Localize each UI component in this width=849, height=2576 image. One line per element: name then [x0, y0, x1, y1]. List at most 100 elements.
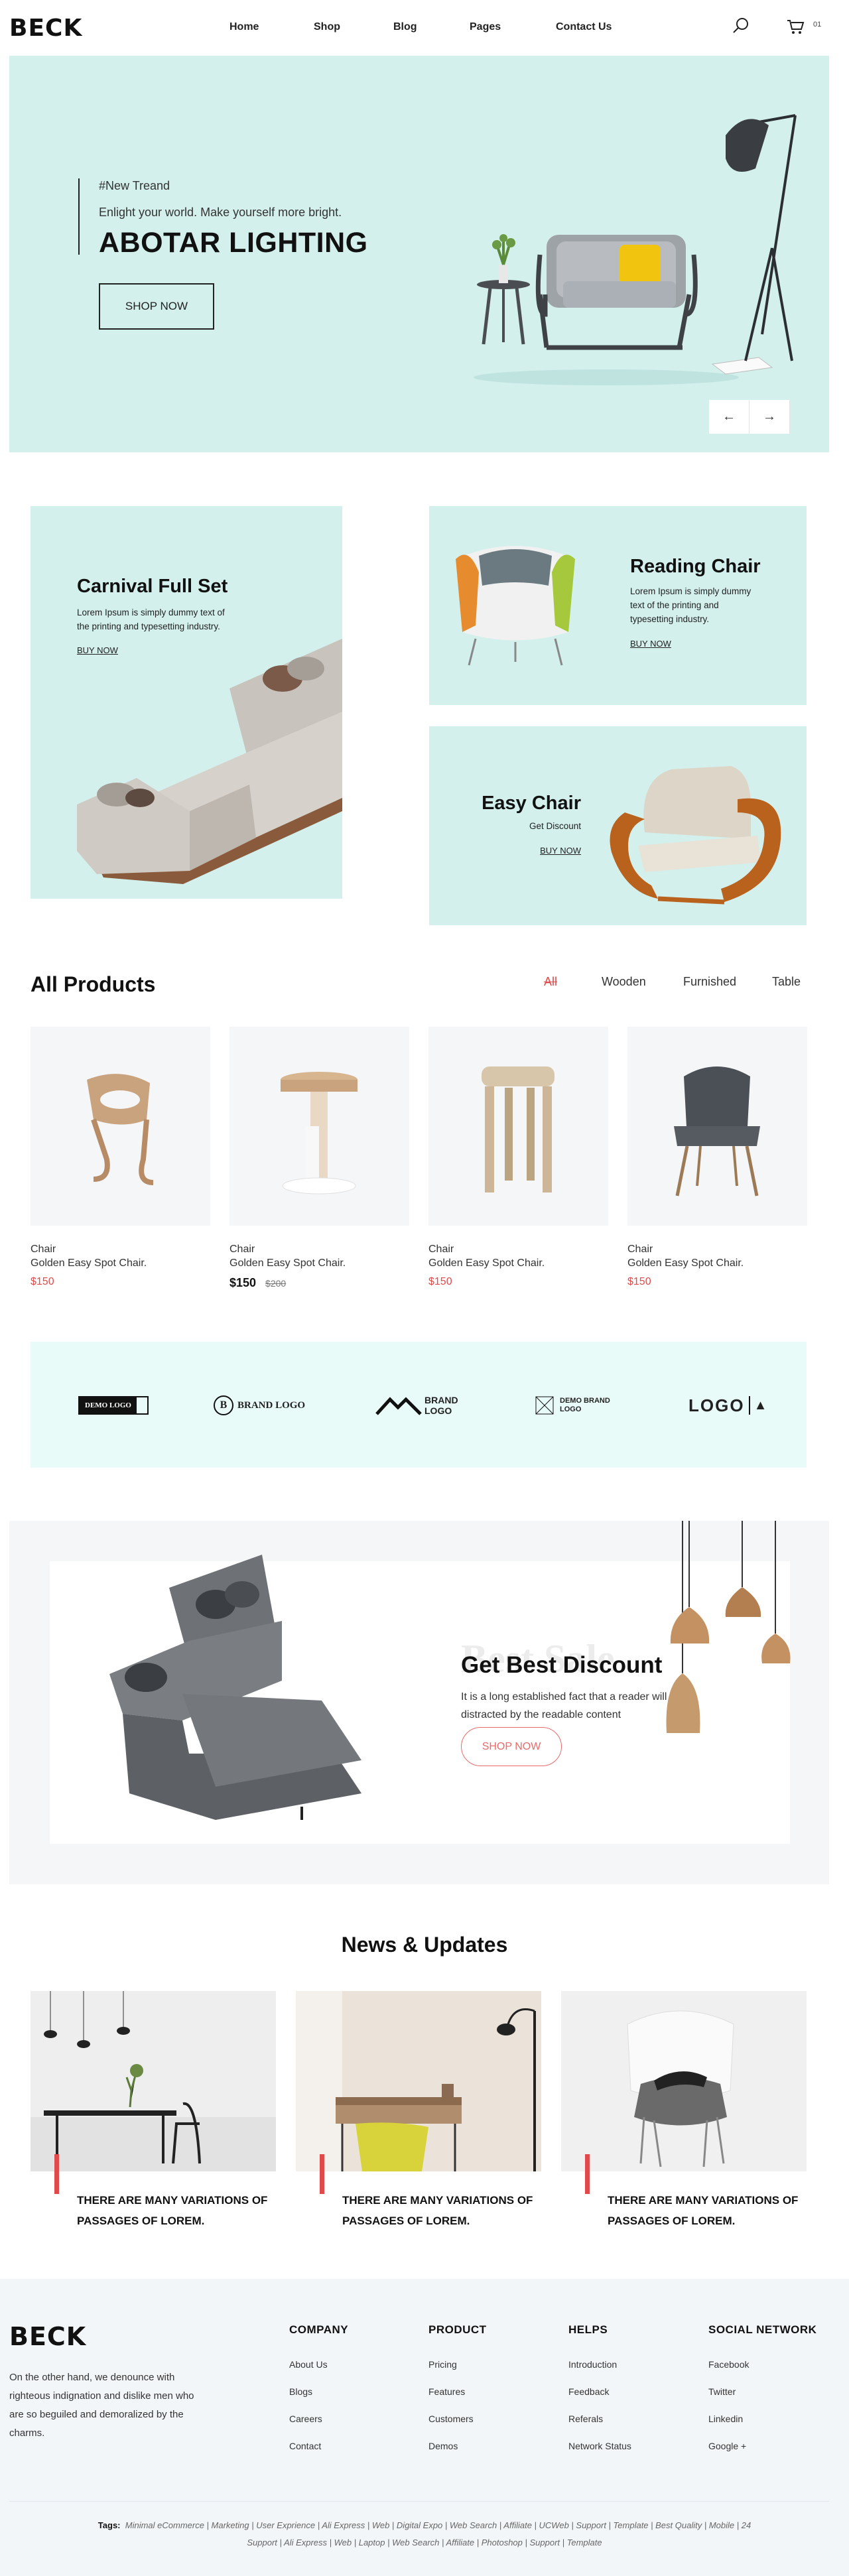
- grid-x-icon: [535, 1396, 554, 1415]
- filter-all[interactable]: All: [544, 975, 602, 989]
- product-card[interactable]: Chair Golden Easy Spot Chair. $150: [31, 1027, 210, 1288]
- reading-chair-image: [456, 546, 575, 666]
- easy-chair-image: [610, 766, 781, 905]
- brand-logo-text: DEMO BRAND LOGO: [560, 1397, 610, 1413]
- footer-column-title: COMPANY: [289, 2323, 349, 2336]
- product-image[interactable]: [428, 1027, 608, 1226]
- brand-logo[interactable]: DEMO BRAND LOGO: [535, 1388, 620, 1423]
- footer-column-company: COMPANY About Us Blogs Careers Contact: [289, 2323, 348, 2468]
- brand-logo[interactable]: DEMO LOGO ​: [78, 1388, 149, 1423]
- filter-table[interactable]: Table: [772, 975, 801, 989]
- news-card-title[interactable]: THERE ARE MANY VARIATIONS OF PASSAGES OF…: [608, 2190, 807, 2231]
- promo-easy-buy-link[interactable]: BUY NOW: [540, 846, 581, 856]
- pendant-lamps-image: [666, 1521, 791, 1733]
- footer-divider: [9, 2501, 829, 2502]
- site-footer: BECK On the other hand, we denounce with…: [0, 2279, 849, 2576]
- footer-link[interactable]: Pricing: [428, 2359, 487, 2386]
- product-image[interactable]: [31, 1027, 210, 1226]
- nav-blog[interactable]: Blog: [393, 21, 470, 33]
- news-image[interactable]: [561, 1991, 807, 2171]
- brand-logo-text: BRAND LOGO: [237, 1399, 306, 1411]
- news-card-title[interactable]: THERE ARE MANY VARIATIONS OF PASSAGES OF…: [77, 2190, 276, 2231]
- arrow-left-icon[interactable]: ←: [709, 400, 750, 434]
- news-image[interactable]: [296, 1991, 541, 2171]
- product-card[interactable]: Chair Golden Easy Spot Chair. $150 $200: [229, 1027, 409, 1290]
- product-name[interactable]: Golden Easy Spot Chair.: [229, 1257, 409, 1269]
- news-card-title[interactable]: THERE ARE MANY VARIATIONS OF PASSAGES OF…: [342, 2190, 541, 2231]
- sale-section: Best Sale Get Best Discount It is a long…: [9, 1521, 829, 1884]
- promo-easy-title: Easy Chair: [482, 793, 581, 814]
- brand-logo[interactable]: BRAND LOGO: [375, 1388, 464, 1423]
- arrow-right-icon[interactable]: →: [750, 400, 790, 434]
- footer-link[interactable]: Careers: [289, 2414, 348, 2441]
- promo-carnival: Carnival Full Set Lorem Ipsum is simply …: [31, 506, 342, 899]
- hero-accent-bar: [78, 178, 80, 255]
- cart-icon[interactable]: [785, 16, 805, 36]
- footer-link[interactable]: Network Status: [568, 2441, 631, 2468]
- news-accent-bar: [54, 2154, 59, 2194]
- brand-logo[interactable]: LOGO ▲: [688, 1388, 767, 1423]
- brand-logo-text: LOGO: [688, 1395, 745, 1415]
- product-image[interactable]: [229, 1027, 409, 1226]
- news-card[interactable]: THERE ARE MANY VARIATIONS OF PASSAGES OF…: [561, 1991, 807, 2227]
- product-card[interactable]: Chair Golden Easy Spot Chair. $150: [627, 1027, 807, 1288]
- news-image[interactable]: [31, 1991, 276, 2171]
- mountain-icon: [375, 1397, 422, 1415]
- footer-link[interactable]: Linkedin: [708, 2414, 816, 2441]
- footer-link[interactable]: Blogs: [289, 2386, 348, 2414]
- divider: [748, 1396, 750, 1415]
- footer-logo[interactable]: BECK: [9, 2322, 86, 2351]
- footer-link[interactable]: Demos: [428, 2441, 487, 2468]
- product-category: Chair: [229, 1244, 255, 1255]
- filter-wooden[interactable]: Wooden: [602, 975, 683, 989]
- footer-link[interactable]: Google +: [708, 2441, 816, 2468]
- sale-shop-now-button[interactable]: SHOP NOW: [461, 1727, 562, 1766]
- product-price: $150: [428, 1276, 452, 1287]
- footer-link[interactable]: Customers: [428, 2414, 487, 2441]
- footer-link[interactable]: Features: [428, 2386, 487, 2414]
- hero-tag: #New Treand: [99, 179, 170, 192]
- news-accent-bar: [585, 2154, 590, 2194]
- brand-logos-strip: DEMO LOGO ​ B BRAND LOGO BRAND LOGO DEMO…: [31, 1342, 807, 1468]
- search-icon[interactable]: [731, 16, 751, 36]
- news-accent-bar: [320, 2154, 324, 2194]
- footer-link[interactable]: Feedback: [568, 2386, 631, 2414]
- product-card[interactable]: Chair Golden Easy Spot Chair. $150: [428, 1027, 608, 1288]
- product-name[interactable]: Golden Easy Spot Chair.: [428, 1257, 608, 1269]
- brand-logo[interactable]: B BRAND LOGO: [214, 1388, 305, 1423]
- product-price: $150: [31, 1276, 54, 1287]
- news-card[interactable]: THERE ARE MANY VARIATIONS OF PASSAGES OF…: [31, 1991, 276, 2227]
- footer-about-text: On the other hand, we denounce with righ…: [9, 2372, 194, 2439]
- hero-banner: #New Treand Enlight your world. Make you…: [9, 56, 829, 452]
- site-logo[interactable]: BECK: [9, 15, 82, 42]
- nav-contact-us[interactable]: Contact Us: [556, 21, 612, 33]
- nav-pages[interactable]: Pages: [470, 21, 556, 33]
- tags-list[interactable]: Support | Ali Express | Web | Laptop | W…: [247, 2538, 602, 2547]
- page: BECK Home Shop Blog Pages Contact Us 01 …: [0, 0, 849, 2576]
- hero-shop-now-button[interactable]: SHOP NOW: [99, 283, 214, 330]
- product-image[interactable]: [627, 1027, 807, 1226]
- promo-reading-chair: Reading Chair Lorem Ipsum is simply dumm…: [429, 506, 807, 705]
- product-name[interactable]: Golden Easy Spot Chair.: [31, 1257, 210, 1269]
- tags-list[interactable]: Minimal eCommerce | Marketing | User Exp…: [125, 2520, 751, 2530]
- footer-link[interactable]: Referals: [568, 2414, 631, 2441]
- filter-furnished[interactable]: Furnished: [683, 975, 772, 989]
- news-card[interactable]: THERE ARE MANY VARIATIONS OF PASSAGES OF…: [296, 1991, 541, 2227]
- footer-column-product: PRODUCT Pricing Features Customers Demos: [428, 2323, 487, 2468]
- sectional-sofa-image: [109, 1555, 361, 1820]
- hero-slider-controls: ← →: [709, 400, 790, 434]
- hero-title: ABOTAR LIGHTING: [99, 227, 368, 259]
- footer-tags-line-1: Tags: Minimal eCommerce | Marketing | Us…: [0, 2517, 849, 2534]
- promo-reading-buy-link[interactable]: BUY NOW: [630, 639, 671, 649]
- product-price: $150: [229, 1276, 257, 1289]
- nav-shop[interactable]: Shop: [314, 21, 393, 33]
- footer-link[interactable]: Contact: [289, 2441, 348, 2468]
- product-name[interactable]: Golden Easy Spot Chair.: [627, 1257, 807, 1269]
- footer-column-social: SOCIAL NETWORK Facebook Twitter Linkedin…: [708, 2323, 816, 2468]
- nav-home[interactable]: Home: [229, 21, 314, 33]
- footer-link[interactable]: Twitter: [708, 2386, 816, 2414]
- footer-link[interactable]: Facebook: [708, 2359, 816, 2386]
- footer-link[interactable]: Introduction: [568, 2359, 631, 2386]
- footer-link[interactable]: About Us: [289, 2359, 348, 2386]
- footer-column-title: HELPS: [568, 2323, 608, 2336]
